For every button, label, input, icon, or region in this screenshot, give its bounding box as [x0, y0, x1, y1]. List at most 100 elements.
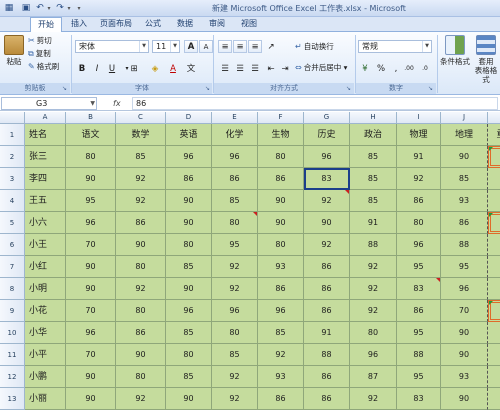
table-cell[interactable]: 93 — [441, 190, 488, 212]
number-launcher-icon[interactable]: ↘ — [428, 85, 435, 92]
table-cell[interactable]: 80 — [166, 344, 212, 366]
table-cell[interactable]: 93 — [258, 366, 304, 388]
table-cell[interactable]: 95 — [488, 190, 500, 212]
table-cell[interactable]: 96 — [66, 212, 116, 234]
row-header-12[interactable]: 12 — [0, 366, 25, 388]
tab-home[interactable]: 开始 — [30, 17, 62, 33]
paste-button[interactable]: 粘贴 — [3, 35, 25, 66]
table-cell[interactable]: #N/A — [488, 146, 500, 168]
table-cell[interactable]: 80 — [66, 146, 116, 168]
table-cell[interactable]: 92 — [304, 234, 350, 256]
table-cell[interactable]: 85 — [350, 146, 397, 168]
table-cell[interactable]: 86 — [258, 168, 304, 190]
row-header-3[interactable]: 3 — [0, 168, 25, 190]
table-cell[interactable]: 85 — [212, 190, 258, 212]
column-header-b[interactable]: B — [66, 112, 116, 124]
table-cell[interactable]: 91 — [304, 322, 350, 344]
table-cell[interactable]: 96 — [212, 146, 258, 168]
table-cell[interactable]: 95 — [441, 256, 488, 278]
table-cell[interactable]: 96 — [441, 278, 488, 300]
header-cell[interactable]: 化学 — [212, 124, 258, 146]
table-cell[interactable]: 93 — [441, 366, 488, 388]
table-cell[interactable]: 83 — [397, 278, 441, 300]
table-cell[interactable]: 90 — [488, 388, 500, 410]
column-header-g[interactable]: G — [304, 112, 350, 124]
table-cell[interactable]: 90 — [488, 256, 500, 278]
table-cell[interactable]: 91 — [350, 212, 397, 234]
table-cell[interactable]: 88 — [304, 344, 350, 366]
select-all-corner[interactable] — [0, 112, 25, 124]
table-cell[interactable]: 87 — [350, 366, 397, 388]
customize-toolbar-icon[interactable]: ▾ — [76, 3, 82, 14]
table-cell[interactable]: 85 — [350, 168, 397, 190]
table-cell[interactable]: 88 — [441, 234, 488, 256]
header-cell[interactable]: 语文 — [66, 124, 116, 146]
table-cell[interactable]: 小王 — [25, 234, 66, 256]
table-cell[interactable]: 90 — [441, 322, 488, 344]
row-header-5[interactable]: 5 — [0, 212, 25, 234]
font-name-box[interactable]: 宋体 ▼ — [75, 40, 149, 53]
column-header-h[interactable]: H — [350, 112, 397, 124]
table-cell[interactable]: 96 — [304, 146, 350, 168]
table-cell[interactable]: 86 — [441, 212, 488, 234]
format-painter-button[interactable]: ✎ 格式刷 — [28, 61, 59, 73]
undo-icon[interactable]: ↶ — [34, 3, 46, 14]
fx-button[interactable]: fx — [113, 96, 121, 111]
row-header-6[interactable]: 6 — [0, 234, 25, 256]
table-cell[interactable]: 86 — [304, 300, 350, 322]
table-cell[interactable]: 86 — [304, 278, 350, 300]
column-header-c[interactable]: C — [116, 112, 166, 124]
table-cell[interactable]: 96 — [166, 300, 212, 322]
header-cell[interactable]: 英语 — [166, 124, 212, 146]
header-cell[interactable]: 重夏项 — [488, 124, 500, 146]
save-icon[interactable]: ▣ — [20, 3, 32, 14]
table-cell[interactable]: 95 — [397, 256, 441, 278]
table-cell[interactable]: 90 — [258, 212, 304, 234]
table-cell[interactable]: 92 — [212, 278, 258, 300]
row-header-11[interactable]: 11 — [0, 344, 25, 366]
font-color-button[interactable]: A — [166, 62, 180, 75]
column-header-f[interactable]: F — [258, 112, 304, 124]
phonetic-icon[interactable]: 文 — [184, 62, 198, 75]
alignment-launcher-icon[interactable]: ↘ — [346, 85, 353, 92]
font-size-box[interactable]: 11 ▼ — [152, 40, 180, 53]
table-cell[interactable]: #N/A — [488, 300, 500, 322]
table-cell[interactable]: 80 — [116, 256, 166, 278]
table-cell[interactable]: 小红 — [25, 256, 66, 278]
table-cell[interactable]: 85 — [350, 190, 397, 212]
number-format-dropdown-icon[interactable]: ▼ — [422, 41, 431, 52]
table-cell[interactable]: 86 — [258, 388, 304, 410]
table-cell[interactable]: 92 — [116, 388, 166, 410]
table-cell[interactable]: 96 — [258, 300, 304, 322]
table-cell[interactable]: 96 — [488, 322, 500, 344]
table-cell[interactable]: 95 — [66, 190, 116, 212]
table-cell[interactable]: 90 — [116, 344, 166, 366]
row-header-13[interactable]: 13 — [0, 388, 25, 410]
format-as-table-button[interactable]: 套用 表格格式 — [472, 35, 500, 84]
underline-button[interactable]: U — [105, 62, 119, 75]
table-cell[interactable]: 80 — [258, 234, 304, 256]
table-cell[interactable]: 90 — [66, 168, 116, 190]
table-cell[interactable]: 90 — [258, 190, 304, 212]
table-cell[interactable]: 85 — [441, 168, 488, 190]
table-cell[interactable]: 96 — [350, 344, 397, 366]
table-cell[interactable]: 95 — [212, 234, 258, 256]
table-cell[interactable]: 92 — [116, 190, 166, 212]
table-cell[interactable]: 95 — [397, 366, 441, 388]
table-cell[interactable]: 92 — [350, 388, 397, 410]
table-cell[interactable]: 90 — [166, 212, 212, 234]
align-top-icon[interactable]: ≡ — [218, 40, 232, 53]
increase-decimal-button[interactable]: .00 — [402, 62, 416, 75]
table-cell[interactable]: 90 — [441, 388, 488, 410]
table-cell[interactable]: 88 — [397, 344, 441, 366]
cut-button[interactable]: ✂ 剪切 — [28, 35, 52, 47]
header-cell[interactable]: 生物 — [258, 124, 304, 146]
header-cell[interactable]: 历史 — [304, 124, 350, 146]
table-cell[interactable]: 小明 — [25, 278, 66, 300]
copy-button[interactable]: ⧉ 复制 — [28, 48, 51, 60]
align-right-icon[interactable]: ☰ — [248, 62, 262, 75]
table-cell[interactable]: 92 — [350, 256, 397, 278]
tab-insert[interactable]: 插入 — [66, 17, 92, 32]
shrink-font-button[interactable]: A — [199, 40, 213, 53]
table-cell[interactable]: 86 — [397, 300, 441, 322]
